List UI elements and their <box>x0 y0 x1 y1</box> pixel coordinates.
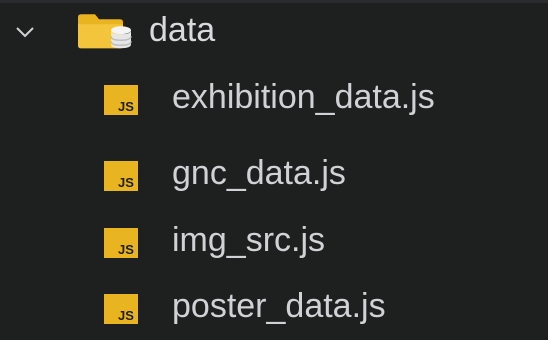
file-row-poster-data[interactable]: JS poster_data.js <box>0 279 548 339</box>
file-explorer: data JS exhibition_data.js JS gnc_data.j… <box>0 0 548 340</box>
file-row-img-src[interactable]: JS img_src.js <box>0 213 548 273</box>
js-icon-label: JS <box>118 308 134 323</box>
file-label: img_src.js <box>172 221 326 260</box>
javascript-file-icon: JS <box>104 85 138 115</box>
file-label: gnc_data.js <box>172 154 346 193</box>
file-row-exhibition-data[interactable]: JS exhibition_data.js <box>0 70 548 130</box>
javascript-file-icon: JS <box>104 294 138 324</box>
chevron-down-icon[interactable] <box>14 21 36 43</box>
js-icon-label: JS <box>118 242 134 257</box>
js-icon-label: JS <box>118 99 134 114</box>
folder-label: data <box>149 10 216 49</box>
file-row-gnc-data[interactable]: JS gnc_data.js <box>0 146 548 206</box>
javascript-file-icon: JS <box>104 161 138 191</box>
folder-database-icon <box>78 14 132 49</box>
javascript-file-icon: JS <box>104 228 138 258</box>
js-icon-label: JS <box>118 175 134 190</box>
file-label: poster_data.js <box>172 287 386 326</box>
file-label: exhibition_data.js <box>172 78 435 117</box>
folder-row-data[interactable]: data <box>0 3 548 61</box>
